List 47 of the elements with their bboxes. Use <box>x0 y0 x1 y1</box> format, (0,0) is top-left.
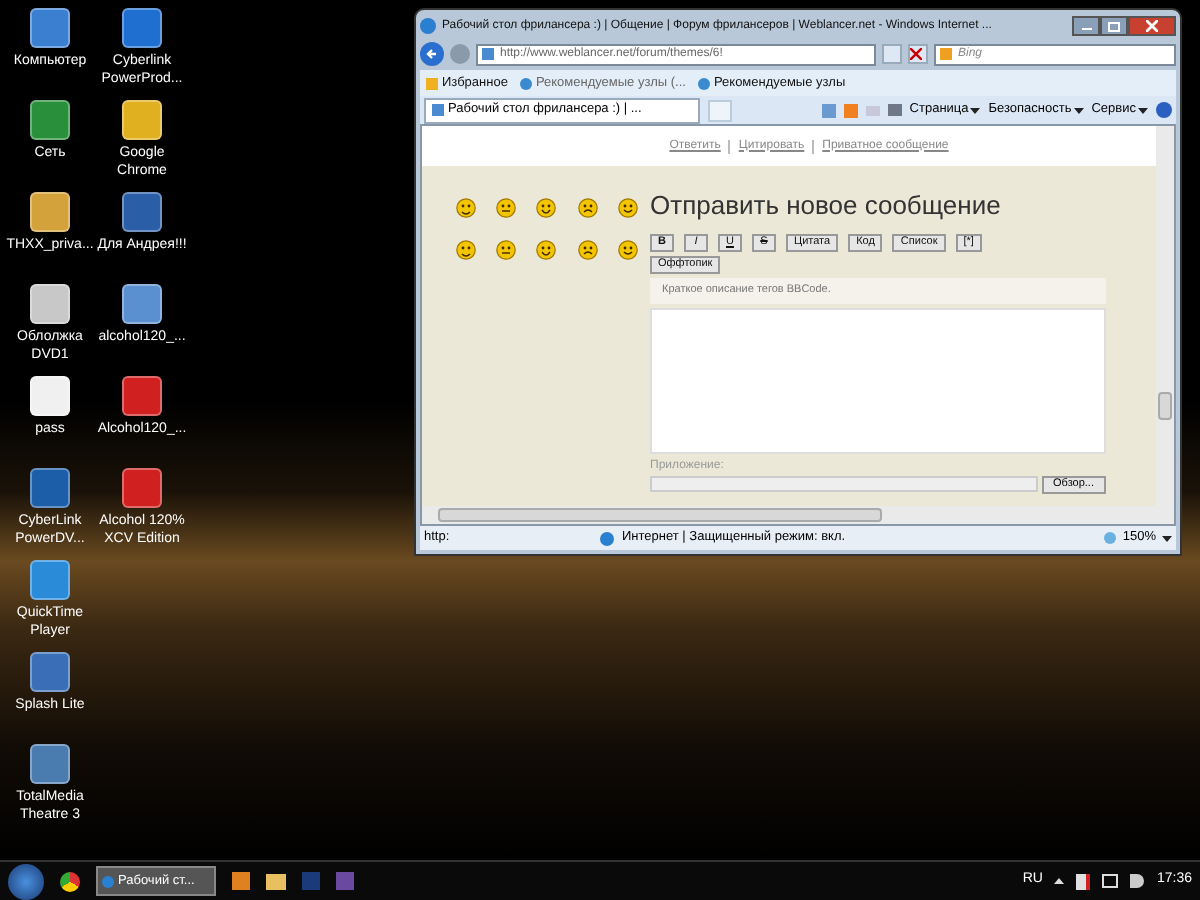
smiley-icon[interactable] <box>617 240 638 260</box>
maximize-icon <box>1108 21 1120 31</box>
start-button[interactable] <box>8 863 44 899</box>
smiley-icon[interactable] <box>456 198 476 218</box>
app-icon <box>122 192 162 232</box>
app-icon <box>30 560 70 600</box>
app-icon <box>30 376 70 416</box>
smiley-icon[interactable] <box>536 240 557 260</box>
app-icon <box>122 100 162 140</box>
smiley-icon[interactable] <box>496 240 517 260</box>
close-button[interactable] <box>1128 16 1176 36</box>
app-icon <box>122 468 162 508</box>
app-icon <box>122 376 162 416</box>
scroll-thumb[interactable] <box>1158 392 1172 420</box>
app-icon <box>30 744 70 784</box>
app-icon <box>122 284 162 324</box>
minimize-icon <box>1081 28 1091 30</box>
app-icon <box>30 468 70 508</box>
back-arrow-icon <box>426 48 438 60</box>
close-icon <box>910 48 922 60</box>
caret-icon <box>1073 107 1084 113</box>
vertical-scrollbar[interactable] <box>1156 126 1174 524</box>
file-field[interactable] <box>650 475 1038 491</box>
app-icon <box>30 652 70 692</box>
smiley-icon[interactable] <box>456 240 476 260</box>
caret-icon[interactable] <box>1054 878 1065 884</box>
smiley-icon[interactable] <box>577 198 598 218</box>
app-icon <box>122 8 162 48</box>
app-icon <box>30 100 70 140</box>
app-icon <box>30 8 70 48</box>
smiley-icon[interactable] <box>617 198 638 218</box>
scroll-thumb[interactable] <box>438 508 882 522</box>
horizontal-scrollbar[interactable] <box>422 506 1156 524</box>
caret-icon <box>1162 535 1172 541</box>
smiley-icon[interactable] <box>536 198 557 218</box>
smiley-icon[interactable] <box>577 240 598 260</box>
minimize-button[interactable] <box>1072 16 1100 36</box>
back-button[interactable] <box>420 42 444 66</box>
smiley-icon[interactable] <box>496 198 517 218</box>
caret-icon <box>970 107 981 113</box>
caret-icon <box>1138 107 1148 113</box>
close-icon <box>1146 20 1158 32</box>
app-icon <box>30 284 70 324</box>
form-heading: Отправить новое сообщение <box>650 188 1003 224</box>
app-icon <box>30 192 70 232</box>
maximize-button[interactable] <box>1100 16 1128 36</box>
stop-button[interactable] <box>908 44 928 64</box>
